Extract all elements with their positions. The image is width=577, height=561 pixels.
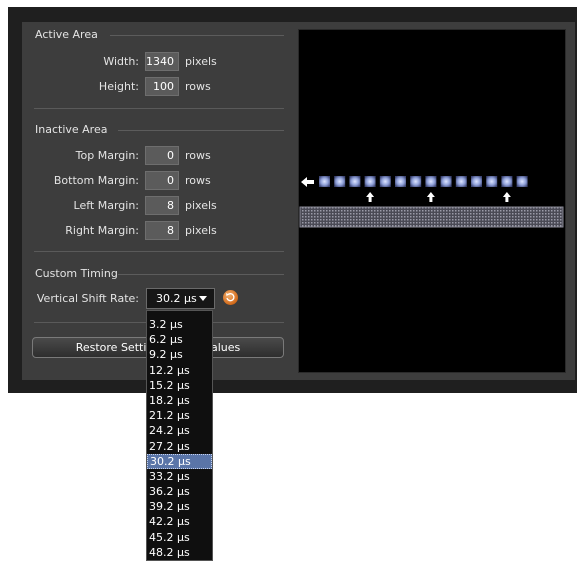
ccd-pixel [410,176,422,187]
ccd-pixel [395,176,406,187]
height-input[interactable]: 100 [145,77,179,96]
ccd-readout-diagram [299,176,564,228]
refresh-button[interactable] [223,290,238,305]
dropdown-option[interactable]: 9.2 µs [147,347,212,362]
arrow-up-icon [426,192,435,202]
active-area-title: Active Area [35,28,98,41]
dropdown-option[interactable]: 3.2 µs [147,317,212,332]
ccd-preview [298,29,566,373]
dropdown-option[interactable]: 24.2 µs [147,423,212,438]
ccd-pixel [440,176,452,187]
vertical-shift-rate-label: Vertical Shift Rate: [36,292,139,305]
ccd-pixel [379,176,391,187]
arrow-up-icon [502,192,511,202]
bottom-margin-unit: rows [185,174,211,187]
section-separator [34,251,284,252]
width-label: Width: [103,55,139,68]
top-margin-input[interactable]: 0 [145,146,179,165]
ccd-pixel [455,176,467,187]
bottom-margin-input[interactable]: 0 [145,171,179,190]
chevron-down-icon [199,296,207,301]
width-unit: pixels [185,55,217,68]
ccd-pixel [425,176,437,187]
bottom-margin-label: Bottom Margin: [53,174,139,187]
vertical-shift-rate-select[interactable]: 30.2 µs [146,288,215,309]
left-margin-unit: pixels [185,199,217,212]
vertical-shift-rate-options[interactable]: 3.2 µs 6.2 µs 9.2 µs 12.2 µs 15.2 µs 18.2 µs 2… [146,310,213,561]
refresh-icon [226,292,235,302]
dropdown-option[interactable]: 18.2 µs [147,393,212,408]
height-label: Height: [98,80,139,93]
width-input[interactable]: 1340 [145,52,179,71]
height-unit: rows [185,80,211,93]
right-margin-label: Right Margin: [65,224,139,237]
dropdown-option[interactable]: 45.2 µs [147,530,212,545]
ccd-pixel [471,176,482,187]
dropdown-option[interactable]: 21.2 µs [147,408,212,423]
ccd-pixel [334,176,346,187]
vertical-shift-rate-value: 30.2 µs [156,292,197,305]
dropdown-option[interactable]: 15.2 µs [147,378,212,393]
arrow-left-icon [301,177,314,187]
dropdown-option[interactable]: 39.2 µs [147,499,212,514]
inactive-area-title: Inactive Area [35,123,108,136]
dropdown-option[interactable]: 36.2 µs [147,484,212,499]
right-margin-input[interactable]: 8 [145,221,179,240]
dropdown-option[interactable]: 12.2 µs [147,363,212,378]
settings-panel: Active Area Width: 1340 pixels Height: 1… [22,22,575,380]
left-margin-label: Left Margin: [73,199,139,212]
active-area-divider [110,35,284,36]
dropdown-option[interactable]: 6.2 µs [147,332,212,347]
ccd-pixel [516,176,528,187]
top-margin-unit: rows [185,149,211,162]
dropdown-option[interactable]: 42.2 µs [147,514,212,529]
window-frame: Active Area Width: 1340 pixels Height: 1… [8,7,577,393]
dropdown-option[interactable]: 33.2 µs [147,469,212,484]
section-separator [34,108,284,109]
left-margin-input[interactable]: 8 [145,196,179,215]
ccd-pixel [319,176,330,187]
serial-register [299,206,564,228]
inactive-area-divider [118,130,284,131]
ccd-pixel [486,176,498,187]
arrow-up-icon [366,192,375,202]
top-margin-label: Top Margin: [75,149,139,162]
dropdown-option[interactable]: 48.2 µs [147,545,212,560]
dropdown-option[interactable]: 30.2 µs [147,453,212,469]
custom-timing-divider [118,274,284,275]
dropdown-option[interactable]: 27.2 µs [147,439,212,454]
ccd-pixel [364,176,376,187]
right-margin-unit: pixels [185,224,217,237]
ccd-pixel [349,176,361,187]
ccd-pixel [501,176,513,187]
custom-timing-title: Custom Timing [35,267,118,280]
